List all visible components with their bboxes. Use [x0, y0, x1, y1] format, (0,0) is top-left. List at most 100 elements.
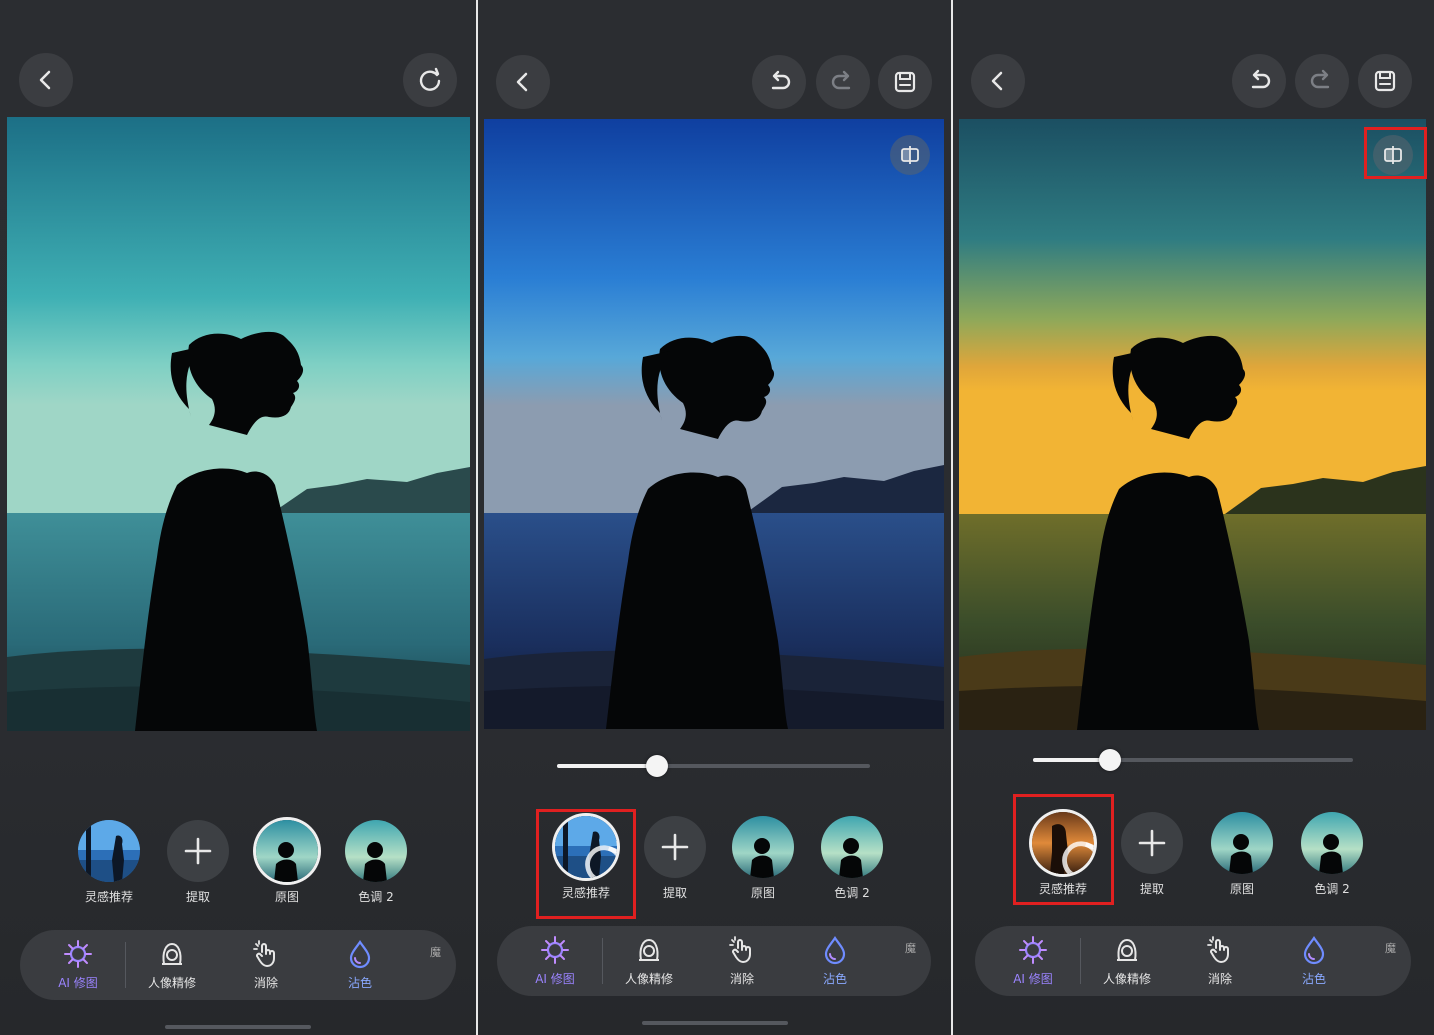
erase-hand-icon: [253, 940, 275, 967]
color-drop-icon: [1303, 936, 1325, 965]
home-indicator: [165, 1025, 311, 1029]
original-thumbnail-image: [1211, 812, 1273, 874]
tool-label-more: 魔: [430, 946, 441, 959]
slider-fill: [557, 764, 658, 768]
reset-button[interactable]: [403, 53, 457, 107]
tool-label-color: 沾色: [347, 976, 372, 990]
thumb-tone-2[interactable]: 色调 2: [344, 820, 408, 905]
tool-label-erase: 消除: [729, 972, 754, 986]
thumb-inspire[interactable]: 灵感推荐: [77, 820, 141, 905]
tool-more[interactable]: 魔: [905, 940, 925, 956]
tool-ai-retouch[interactable]: AI 修图: [36, 938, 120, 991]
plus-icon: [661, 833, 689, 861]
chevron-left-icon: [991, 71, 1003, 91]
slider-knob[interactable]: [1098, 749, 1121, 771]
tool-label-ai: AI 修图: [58, 976, 98, 990]
tool-portrait-retouch[interactable]: 人像精修: [607, 934, 691, 987]
thumb-extract[interactable]: 提取: [166, 820, 230, 905]
tool-erase[interactable]: 消除: [1178, 934, 1262, 987]
thumb-label-original: 原图: [1229, 882, 1254, 896]
save-icon: [1374, 70, 1396, 92]
thumb-label-extract: 提取: [185, 890, 210, 904]
save-icon: [894, 71, 916, 93]
tool-label-ai: AI 修图: [1013, 972, 1053, 986]
thumb-extract[interactable]: 提取: [643, 816, 707, 901]
chevron-left-icon: [516, 72, 528, 92]
tool-label-portrait: 人像精修: [147, 976, 196, 990]
tool-erase[interactable]: 消除: [224, 938, 308, 991]
tool-color[interactable]: 沾色: [793, 934, 877, 987]
back-button[interactable]: [496, 55, 550, 109]
photo-image: [7, 117, 470, 731]
undo-icon: [771, 70, 791, 90]
bottom-toolbar: AI 修图 人像精修 消除 沾色 魔: [497, 926, 931, 996]
photo-canvas[interactable]: [7, 117, 470, 731]
toolbar-divider: [125, 942, 126, 988]
bottom-toolbar: AI 修图 人像精修 消除 沾色 魔: [20, 930, 456, 1000]
toolbar-divider: [602, 938, 603, 984]
tool-color[interactable]: 沾色: [318, 938, 402, 991]
photo-canvas[interactable]: [959, 119, 1426, 730]
undo-button[interactable]: [752, 55, 806, 109]
add-extract-button[interactable]: [1121, 812, 1183, 874]
ai-sparkle-icon: [1019, 936, 1047, 964]
tool-label-erase: 消除: [253, 976, 278, 990]
tool-label-portrait: 人像精修: [624, 972, 673, 986]
home-indicator: [642, 1021, 788, 1025]
portrait-icon: [1117, 938, 1137, 961]
original-thumbnail-image: [256, 820, 318, 882]
tool-ai-retouch[interactable]: AI 修图: [513, 934, 597, 987]
editor-panel-warm: 灵感推荐 提取 原图 色调 2 AI 修图 人像精修 消除 沾色 魔: [953, 0, 1434, 1035]
portrait-icon: [162, 942, 182, 965]
compare-button[interactable]: [890, 135, 930, 175]
tool-color[interactable]: 沾色: [1272, 934, 1356, 987]
tone2-thumbnail-image: [345, 820, 407, 882]
highlight-box: [536, 809, 636, 919]
tool-label-more: 魔: [905, 942, 916, 955]
thumb-extract[interactable]: 提取: [1120, 812, 1184, 897]
add-extract-button[interactable]: [167, 820, 229, 882]
bottom-toolbar: AI 修图 人像精修 消除 沾色 魔: [975, 926, 1411, 996]
tool-portrait-retouch[interactable]: 人像精修: [130, 938, 214, 991]
redo-icon: [831, 70, 851, 90]
undo-button[interactable]: [1232, 54, 1286, 108]
thumb-label-original: 原图: [750, 886, 775, 900]
slider-knob[interactable]: [646, 755, 669, 777]
thumb-original[interactable]: 原图: [1210, 812, 1274, 897]
tool-ai-retouch[interactable]: AI 修图: [991, 934, 1075, 987]
tool-erase[interactable]: 消除: [700, 934, 784, 987]
editor-panel-original: 灵感推荐 提取 原图 色调 2 AI 修图 人像精修 消除 沾色 魔: [0, 0, 476, 1035]
intensity-slider[interactable]: [1033, 748, 1353, 772]
refresh-icon: [419, 67, 441, 91]
tool-portrait-retouch[interactable]: 人像精修: [1085, 934, 1169, 987]
highlight-box: [1013, 794, 1114, 905]
undo-icon: [1251, 69, 1271, 89]
erase-hand-icon: [1207, 936, 1229, 963]
erase-hand-icon: [729, 936, 751, 963]
redo-button[interactable]: [1295, 54, 1349, 108]
tool-label-color: 沾色: [822, 972, 847, 986]
back-button[interactable]: [19, 53, 73, 107]
thumb-label-extract: 提取: [1139, 882, 1164, 896]
toolbar-divider: [1080, 938, 1081, 984]
tool-label-more: 魔: [1385, 942, 1396, 955]
tool-more[interactable]: 魔: [430, 944, 450, 960]
thumb-tone-2[interactable]: 色调 2: [1300, 812, 1364, 897]
thumb-label-inspire: 灵感推荐: [84, 890, 133, 904]
save-button[interactable]: [878, 55, 932, 109]
plus-icon: [184, 837, 212, 865]
photo-image: [484, 119, 944, 729]
compare-icon: [901, 146, 919, 164]
plus-icon: [1138, 829, 1166, 857]
back-button[interactable]: [971, 54, 1025, 108]
save-button[interactable]: [1358, 54, 1412, 108]
tool-more[interactable]: 魔: [1385, 940, 1405, 956]
editor-panel-blue: 灵感推荐 提取 原图 色调 2 AI 修图 人像精修 消除 沾色 魔: [478, 0, 951, 1035]
thumb-tone-2[interactable]: 色调 2: [820, 816, 884, 901]
thumb-original[interactable]: 原图: [731, 816, 795, 901]
add-extract-button[interactable]: [644, 816, 706, 878]
redo-button[interactable]: [816, 55, 870, 109]
thumb-original[interactable]: 原图: [255, 820, 319, 905]
photo-canvas[interactable]: [484, 119, 944, 729]
intensity-slider[interactable]: [557, 754, 870, 778]
